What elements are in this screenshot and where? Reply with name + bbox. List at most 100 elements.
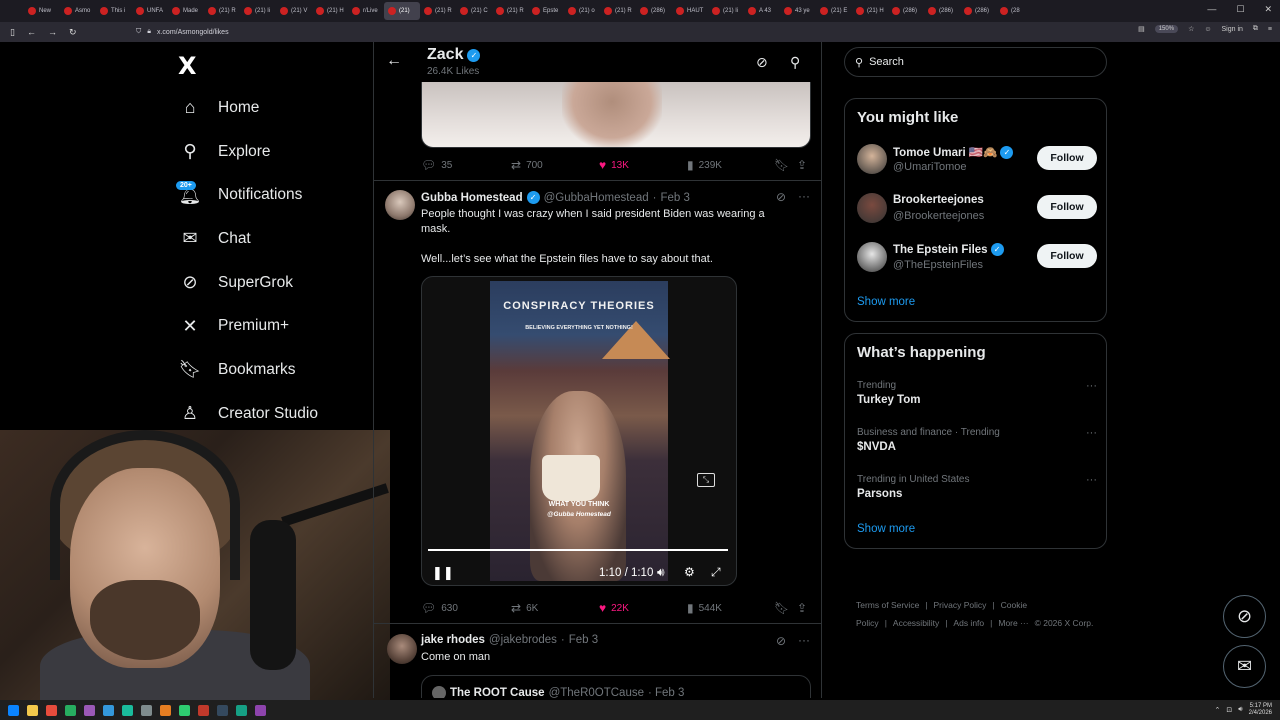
browser-tab[interactable]: (28 (996, 2, 1032, 20)
browser-tab[interactable]: (21) o (564, 2, 600, 20)
browser-tab[interactable]: (21) R (204, 2, 240, 20)
sidebar-item-creator-studio[interactable]: ♙ Creator Studio (178, 392, 318, 436)
back-icon[interactable]: ← (27, 27, 36, 38)
taskbar-app-icon[interactable] (236, 704, 247, 716)
browser-tab[interactable]: Epste (528, 2, 564, 20)
avatar[interactable] (857, 144, 887, 174)
taskbar-app-icon[interactable] (179, 704, 190, 716)
extensions-icon[interactable]: ⧉ (1253, 25, 1258, 33)
browser-tab[interactable]: New (24, 2, 60, 20)
grok-float-button[interactable]: ⊘ (1223, 595, 1266, 638)
grok-icon[interactable]: ⊘ (776, 634, 786, 648)
taskbar-app-icon[interactable] (160, 704, 171, 716)
follow-suggestion[interactable]: The Epstein Files ✓ @TheEpsteinFiles Follow (857, 241, 1097, 275)
browser-tab[interactable]: (21) H (852, 2, 888, 20)
more-icon[interactable]: ··· (1086, 474, 1097, 486)
trend-item[interactable]: Trending Turkey Tom ··· (857, 380, 1097, 406)
grok-refresh-icon[interactable]: ⊘ (756, 54, 768, 71)
taskbar-app-icon[interactable] (84, 704, 95, 716)
video-progress-bar[interactable] (428, 549, 728, 551)
maximize-icon[interactable]: ☐ (1236, 4, 1244, 15)
menu-icon[interactable]: ≡ (1268, 26, 1272, 33)
sidebar-item-notifications[interactable]: 🔔︎ 20+ Notifications (176, 173, 318, 217)
close-icon[interactable]: ✕ (1264, 4, 1272, 15)
show-more-link[interactable]: Show more (857, 296, 915, 308)
grok-icon[interactable]: ⊘ (776, 190, 786, 204)
author-name[interactable]: jake rhodes (421, 634, 485, 646)
sidebar-item-home[interactable]: ⌂ Home (178, 86, 318, 130)
browser-tab[interactable]: (21) li (240, 2, 276, 20)
follow-suggestion[interactable]: Brookerteejones @Brookerteejones Follow (857, 192, 1097, 226)
repost-button[interactable]: ⇄ 700 (511, 158, 543, 172)
more-icon[interactable]: ··· (798, 633, 810, 647)
bookmark-button[interactable]: 🔖︎ (774, 158, 789, 172)
video-player[interactable]: CONSPIRACY THEORIES BELIEVING EVERYTHING… (421, 276, 737, 586)
footer-link[interactable]: Accessibility (893, 618, 939, 628)
like-button[interactable]: ♥ 13K (599, 158, 629, 172)
taskbar-app-icon[interactable] (141, 704, 152, 716)
browser-tab[interactable]: (21) R (492, 2, 528, 20)
browser-tab[interactable]: (21) V (276, 2, 312, 20)
network-icon[interactable]: ⊡ (1226, 706, 1232, 714)
x-logo[interactable]: X (178, 52, 197, 80)
clock[interactable]: 5:17 PM 2/4/2026 (1249, 703, 1272, 717)
follow-button[interactable]: Follow (1037, 195, 1097, 219)
reply-button[interactable]: 💬︎ 630 (421, 601, 458, 615)
views-button[interactable]: ▮ 239K (687, 158, 722, 172)
reply-button[interactable]: 💬︎ 35 (421, 158, 452, 172)
account-icon[interactable]: ☺ (1204, 26, 1211, 33)
pause-icon[interactable]: ❚❚ (432, 565, 454, 581)
fullscreen-icon[interactable]: ⤢ (711, 565, 721, 580)
browser-tab[interactable]: (286) (888, 2, 924, 20)
taskbar-app-icon[interactable] (255, 704, 266, 716)
sidebar-toggle-icon[interactable]: ▯ (10, 27, 15, 38)
browser-tab[interactable]: This i (96, 2, 132, 20)
volume-icon[interactable]: 🔊︎ (1238, 706, 1242, 714)
tweet-date[interactable]: Feb 3 (569, 634, 598, 646)
taskbar-app-icon[interactable] (122, 704, 133, 716)
share-button[interactable]: ⇪ (797, 158, 807, 172)
follow-button[interactable]: Follow (1037, 146, 1097, 170)
search-input[interactable]: ⚲ Search (844, 47, 1107, 77)
browser-tab[interactable]: Made (168, 2, 204, 20)
views-button[interactable]: ▮ 544K (687, 601, 722, 615)
footer-link[interactable]: Ads info (953, 618, 984, 628)
sidebar-item-explore[interactable]: ⚲ Explore (178, 130, 318, 174)
tweet-date[interactable]: Feb 3 (660, 192, 689, 204)
sidebar-item-bookmarks[interactable]: 🔖︎ Bookmarks (178, 348, 318, 392)
taskbar-app-icon[interactable] (8, 704, 19, 716)
browser-tab[interactable]: (21) C (456, 2, 492, 20)
avatar[interactable] (385, 190, 415, 220)
avatar[interactable] (857, 193, 887, 223)
share-button[interactable]: ⇪ (797, 601, 807, 615)
sign-in-link[interactable]: Sign in (1222, 26, 1243, 33)
sidebar-item-supergrok[interactable]: ⊘ SuperGrok (178, 261, 318, 305)
browser-tab[interactable]: r/Live (348, 2, 384, 20)
browser-tab[interactable]: (286) (636, 2, 672, 20)
like-button[interactable]: ♥ 22K (599, 601, 629, 615)
trend-item[interactable]: Trending in United States Parsons ··· (857, 474, 1097, 500)
back-arrow-icon[interactable]: ← (386, 52, 402, 70)
taskbar-app-icon[interactable] (46, 704, 57, 716)
bookmark-button[interactable]: 🔖︎ (774, 601, 789, 615)
more-icon[interactable]: ··· (1086, 427, 1097, 439)
quoted-tweet[interactable]: The ROOT Cause @TheR0OTCause · Feb 3 (421, 675, 811, 698)
minimize-icon[interactable]: — (1207, 4, 1216, 15)
repost-button[interactable]: ⇄ 6K (511, 601, 538, 615)
forward-icon[interactable]: → (48, 27, 57, 38)
browser-tab[interactable]: (21) li (708, 2, 744, 20)
browser-tab[interactable]: (21) R (420, 2, 456, 20)
more-icon[interactable]: ··· (798, 189, 810, 203)
browser-tab[interactable]: (21) E (816, 2, 852, 20)
messages-float-button[interactable]: ✉ (1223, 645, 1266, 688)
footer-link[interactable]: Privacy Policy (934, 600, 987, 610)
browser-tab[interactable]: (286) (924, 2, 960, 20)
avatar[interactable] (387, 634, 417, 664)
follow-suggestion[interactable]: Tomoe Umari 🇺🇸🙈 ✓ @UmariTomoe Follow (857, 143, 1097, 177)
search-icon[interactable]: ⚲ (790, 54, 800, 71)
taskbar-app-icon[interactable] (198, 704, 209, 716)
avatar[interactable] (857, 242, 887, 272)
star-icon[interactable]: ☆ (1188, 25, 1194, 33)
zoom-badge[interactable]: 150% (1154, 25, 1179, 33)
browser-tab[interactable]: (21) R (600, 2, 636, 20)
